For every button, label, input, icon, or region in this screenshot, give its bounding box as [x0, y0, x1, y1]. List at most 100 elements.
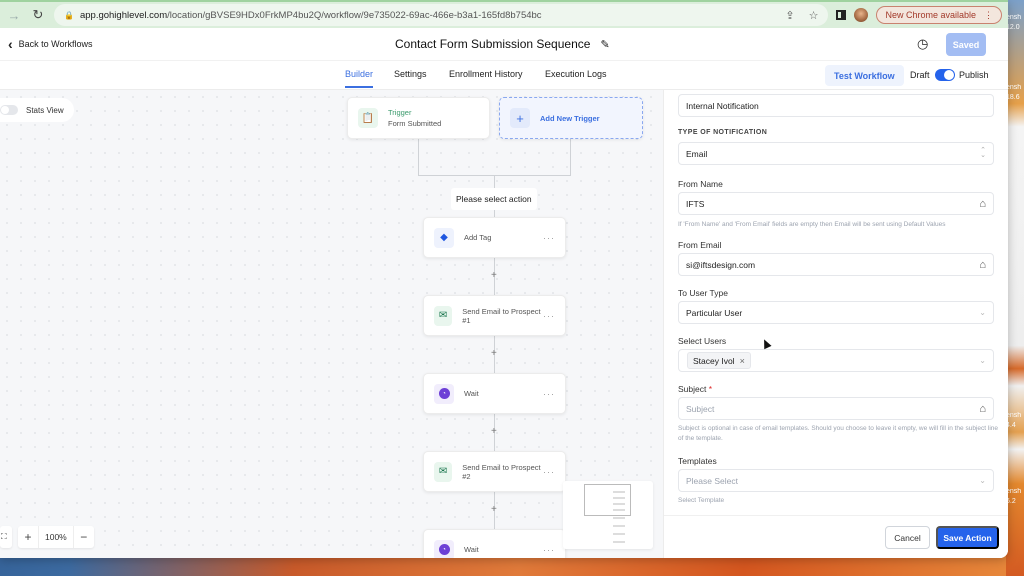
desktop-file-label[interactable]: ensh — [1006, 488, 1024, 495]
bookmark-star-icon[interactable]: ☆ — [809, 9, 819, 22]
side-panel-icon[interactable] — [836, 10, 847, 20]
more-options-icon[interactable]: ··· — [543, 311, 555, 321]
action-node-add-tag[interactable]: ◆ Add Tag ··· — [423, 217, 566, 258]
reload-icon[interactable]: ↻ — [30, 7, 46, 23]
add-step-button[interactable]: + — [491, 426, 497, 437]
address-bar[interactable]: 🔒 app.gohighlevel.com/location/gBVSE9HDx… — [54, 4, 829, 26]
custom-value-tag-icon[interactable]: ⌂ — [979, 403, 986, 415]
action-label: Wait — [464, 389, 479, 398]
add-step-button[interactable]: + — [491, 348, 497, 359]
action-label: Send Email to Prospect #2 — [462, 462, 541, 481]
zoom-out-button[interactable]: − — [74, 526, 94, 548]
more-options-icon[interactable]: ··· — [543, 389, 555, 399]
zoom-level: 100% — [38, 526, 74, 548]
action-settings-panel: Internal Notification TYPE OF NOTIFICATI… — [663, 90, 1008, 558]
desktop-file-label[interactable]: 18.6 — [1006, 94, 1024, 101]
zoom-controls: ⛶ + 100% − — [0, 526, 94, 548]
action-name-input[interactable]: Internal Notification — [678, 94, 994, 117]
zoom-in-button[interactable]: + — [18, 526, 38, 548]
action-name-value: Internal Notification — [686, 100, 759, 111]
url-host: app.gohighlevel.com — [79, 9, 168, 21]
custom-value-tag-icon[interactable]: ⌂ — [979, 259, 986, 271]
desktop-file-label[interactable]: 6.2 — [1006, 498, 1024, 505]
remove-user-icon[interactable]: × — [740, 356, 745, 366]
add-step-button[interactable]: + — [491, 504, 497, 515]
templates-placeholder: Please Select — [686, 475, 738, 486]
chevron-down-icon: ⌄ — [979, 476, 986, 485]
workflow-title-text: Contact Form Submission Sequence — [395, 37, 591, 51]
workflow-title: Contact Form Submission Sequence ✎ — [395, 37, 610, 51]
stats-view-toggle[interactable] — [0, 105, 18, 115]
forward-icon[interactable]: → — [6, 7, 22, 23]
tab-settings[interactable]: Settings — [394, 69, 427, 79]
trigger-node[interactable]: 📋 Trigger Form Submitted — [347, 97, 490, 139]
user-chip: Stacey Ivol × — [687, 352, 751, 369]
action-node-wait-2[interactable]: ◔ Wait ··· — [423, 529, 566, 558]
minimap-node — [613, 517, 625, 519]
chevron-down-icon: ⌄ — [979, 356, 986, 365]
more-options-icon[interactable]: ··· — [543, 545, 555, 555]
subject-input[interactable]: Subject ⌂ — [678, 397, 994, 420]
select-users-multiselect[interactable]: Stacey Ivol × ⌄ — [678, 349, 994, 372]
minimap[interactable] — [563, 481, 653, 549]
email-icon: ✉ — [434, 461, 453, 482]
action-node-wait-1[interactable]: ◔ Wait ··· — [423, 373, 566, 414]
templates-select[interactable]: Please Select ⌄ — [678, 469, 994, 492]
desktop-file-label[interactable]: ensh — [1006, 14, 1024, 21]
from-email-input[interactable]: si@iftsdesign.com ⌂ — [678, 253, 994, 276]
zoom-box: + 100% − — [18, 526, 94, 548]
from-name-input[interactable]: IFTS ⌂ — [678, 192, 994, 215]
url-path: /location/gBVSE9HDx0FrkMP4bu2Q/workflow/… — [167, 9, 542, 21]
add-new-trigger-button[interactable]: + Add New Trigger — [499, 97, 643, 139]
tab-enrollment-history[interactable]: Enrollment History — [449, 69, 523, 79]
back-to-workflows-link[interactable]: ‹ Back to Workflows — [8, 37, 93, 51]
kebab-menu-icon: ⋮ — [984, 9, 993, 20]
clock-icon: ◔ — [434, 539, 454, 558]
tab-execution-logs[interactable]: Execution Logs — [545, 69, 607, 79]
tab-builder[interactable]: Builder — [345, 69, 374, 88]
add-step-button[interactable]: + — [491, 270, 497, 281]
from-name-label: From Name — [678, 179, 723, 189]
minimap-node — [613, 533, 625, 535]
test-workflow-button[interactable]: Test Workflow — [825, 65, 904, 86]
desktop-file-label[interactable]: 12.0 — [1006, 24, 1024, 31]
stats-view-toggle-container: Stats View — [0, 98, 74, 122]
templates-help-text: Select Template — [678, 497, 725, 504]
update-label: New Chrome available — [885, 10, 976, 20]
saved-button[interactable]: Saved — [946, 33, 986, 56]
connector-line — [570, 139, 571, 175]
save-action-button[interactable]: Save Action — [936, 526, 999, 549]
add-trigger-label: Add New Trigger — [540, 113, 600, 123]
to-user-type-select[interactable]: Particular User ⌄ — [678, 301, 994, 324]
desktop-file-label[interactable]: 4.4 — [1006, 422, 1024, 429]
connector-line — [418, 139, 419, 175]
fit-view-button[interactable]: ⛶ — [0, 526, 12, 548]
user-chip-label: Stacey Ivol — [693, 355, 735, 366]
custom-value-tag-icon[interactable]: ⌂ — [979, 198, 986, 210]
browser-toolbar: → ↻ 🔒 app.gohighlevel.com/location/gBVSE… — [0, 0, 1008, 28]
profile-avatar[interactable] — [854, 8, 869, 22]
pencil-icon[interactable]: ✎ — [600, 38, 609, 51]
action-node-send-email-1[interactable]: ✉ Send Email to Prospect #1 ··· — [423, 295, 566, 336]
connector-line — [494, 175, 495, 188]
more-options-icon[interactable]: ··· — [543, 467, 555, 477]
history-icon[interactable]: ◷ — [917, 36, 928, 52]
plus-icon: + — [510, 108, 530, 128]
minimap-viewport[interactable] — [584, 484, 631, 516]
cancel-button[interactable]: Cancel — [885, 526, 930, 549]
tag-icon: ◆ — [434, 227, 454, 248]
publish-toggle[interactable] — [935, 69, 955, 81]
from-email-value: si@iftsdesign.com — [686, 259, 756, 270]
chrome-update-button[interactable]: New Chrome available ⋮ — [876, 6, 1002, 24]
desktop-file-label[interactable]: ensh — [1006, 412, 1024, 419]
desktop-file-label[interactable]: ensh — [1006, 84, 1024, 91]
share-icon[interactable]: ⇪ — [785, 9, 794, 22]
fit-view-icon: ⛶ — [1, 532, 7, 541]
subject-help-text: Subject is optional in case of email tem… — [678, 425, 998, 443]
more-options-icon[interactable]: ··· — [543, 233, 555, 243]
stats-view-label: Stats View — [26, 105, 64, 115]
action-node-send-email-2[interactable]: ✉ Send Email to Prospect #2 ··· — [423, 451, 566, 492]
workflow-canvas[interactable]: Stats View 📋 Trigger Form Submitted + Ad… — [0, 90, 663, 558]
notification-type-select[interactable]: Email ⌃ ⌄ — [678, 142, 994, 165]
notification-type-value: Email — [686, 148, 708, 159]
